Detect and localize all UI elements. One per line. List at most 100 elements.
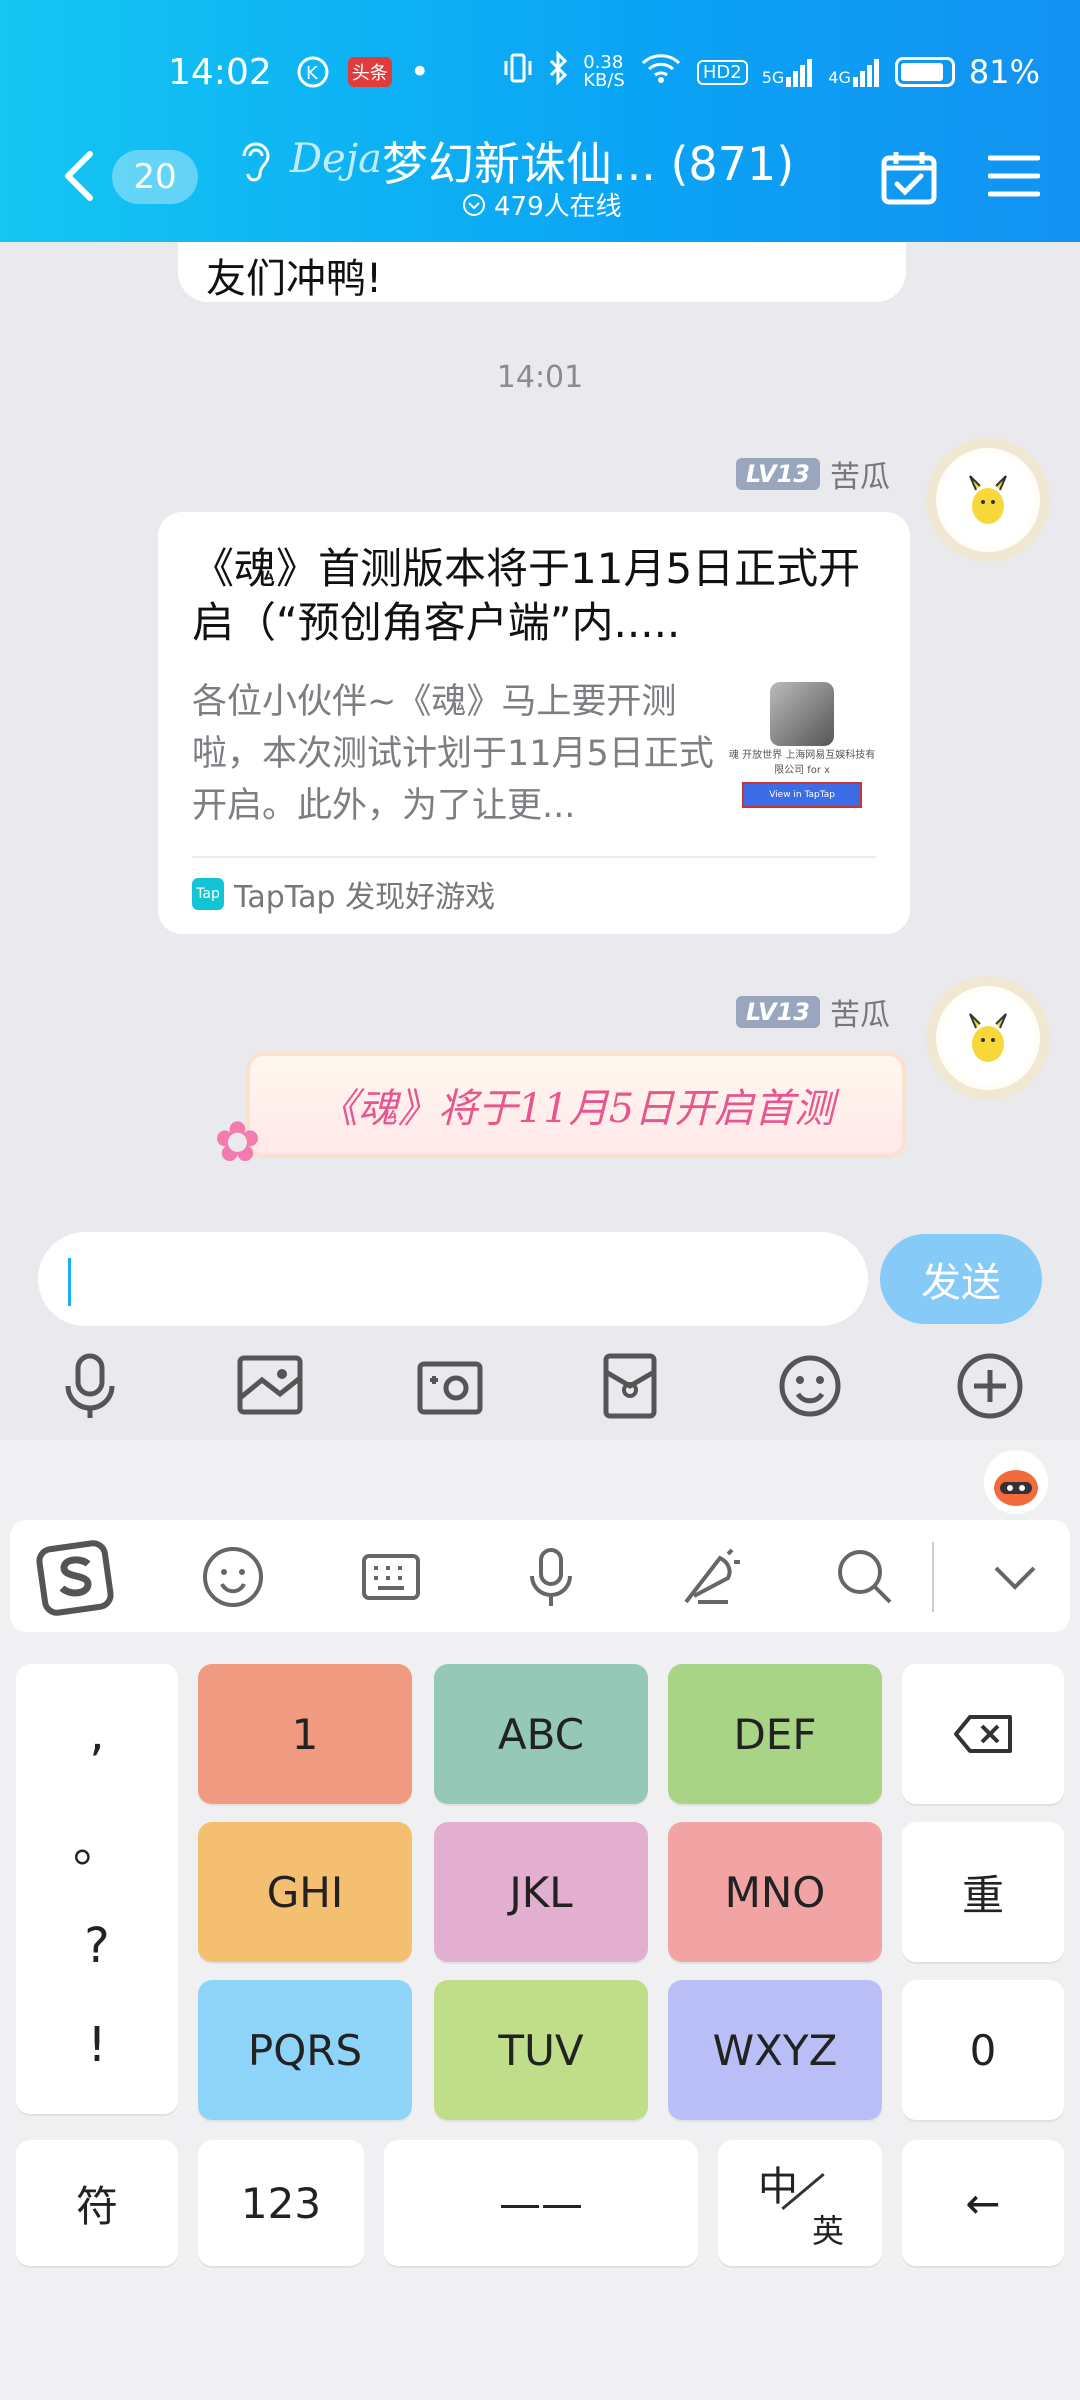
enter-key[interactable]: ← (902, 2140, 1064, 2266)
text-caret (68, 1258, 71, 1306)
avatar[interactable] (936, 986, 1040, 1090)
keyboard-mascot-icon[interactable] (984, 1450, 1048, 1514)
status-time: 14:02 (168, 51, 272, 93)
ear-icon[interactable] (236, 138, 272, 196)
deja-logo: Deja (290, 136, 382, 182)
key-pqrs[interactable]: PQRS (198, 1980, 412, 2120)
wifi-icon (639, 51, 683, 93)
key-1[interactable]: 1 (198, 1664, 412, 1804)
emoji-button[interactable] (770, 1346, 850, 1426)
input-tools (0, 1346, 1080, 1436)
microphone-icon (530, 1548, 572, 1606)
vibrate-icon (503, 51, 533, 93)
picture-icon (237, 1355, 303, 1415)
battery-icon (894, 57, 955, 87)
group-title[interactable]: 梦幻新诛仙... (871) (382, 128, 794, 194)
punct-comma-key[interactable]: , (89, 1706, 104, 1762)
voice-button[interactable] (50, 1346, 130, 1426)
game-icon (770, 682, 835, 746)
signal-4g: 4G (828, 57, 881, 87)
space-key[interactable]: —— (384, 2140, 698, 2266)
more-button[interactable] (950, 1346, 1030, 1426)
key-tuv[interactable]: TUV (434, 1980, 648, 2120)
language-switch-key[interactable]: 中 英 (718, 2140, 882, 2266)
battery-level: 81% (968, 53, 1040, 91)
lang-zh-label: 中 (758, 2164, 798, 2210)
avatar[interactable] (936, 448, 1040, 552)
smiley-icon (203, 1547, 263, 1607)
chat-area[interactable]: 友们冲鸭! 14:01 LV13 苦瓜 《魂》首测版本将于11月5日正式开启（“… (0, 242, 1080, 1222)
sender-name[interactable]: 苦瓜 (830, 452, 890, 496)
key-wxyz[interactable]: WXYZ (668, 1980, 882, 2120)
hd-icon: HD2 (696, 59, 748, 85)
red-packet-button[interactable] (590, 1346, 670, 1426)
camera-button[interactable] (410, 1346, 490, 1426)
microphone-icon (65, 1353, 115, 1418)
card-body: 各位小伙伴~《魂》马上要开测啦，本次测试计划于11月5日正式开启。此外，为了让更… (192, 676, 876, 832)
backspace-icon (954, 1715, 1012, 1753)
message-input[interactable] (38, 1232, 868, 1326)
sender-name[interactable]: 苦瓜 (830, 990, 890, 1034)
keyboard-layout-button[interactable] (358, 1544, 424, 1610)
chevron-down-circle-icon (463, 193, 485, 216)
symbol-key[interactable]: 符 (16, 2140, 178, 2266)
thumbnail-caption: 魂 开放世界 上海网易互娱科技有限公司 for x (728, 750, 876, 776)
zero-key[interactable]: 0 (902, 1980, 1064, 2120)
handwriting-button[interactable] (676, 1544, 742, 1610)
previous-message[interactable]: 友们冲鸭! (178, 242, 906, 302)
banner-text: 《魂》将于11月5日开启首测 (317, 1086, 835, 1132)
thumbnail-button-label: View in TapTap (769, 790, 835, 800)
card-source: Tap TapTap 发现好游戏 (192, 856, 876, 916)
keyboard-emoji-button[interactable] (200, 1544, 266, 1610)
collapse-keyboard-button[interactable] (982, 1544, 1048, 1610)
bluetooth-icon (547, 50, 569, 93)
lang-en-label: 英 (812, 2212, 845, 2250)
punct-exclaim-key[interactable]: ! (87, 2017, 106, 2073)
net-speed: 0.38 KB/S (583, 54, 625, 90)
search-icon (838, 1550, 892, 1604)
keyboard: , 。 ? ! 1 ABC DEF GHI JKL MNO PQRS TUV W… (0, 1440, 1080, 2400)
keyboard-search-button[interactable] (832, 1544, 898, 1610)
key-ghi[interactable]: GHI (198, 1822, 412, 1962)
hamburger-icon (987, 155, 1041, 197)
back-button[interactable] (56, 148, 104, 204)
punct-period-key[interactable]: 。 (73, 1805, 121, 1875)
card-source-label: TapTap 发现好游戏 (234, 880, 496, 915)
card-thumbnail: 魂 开放世界 上海网易互娱科技有限公司 for x View in TapTap (728, 676, 876, 826)
message-bubble-banner[interactable]: 《魂》将于11月5日开启首测 (246, 1052, 906, 1158)
send-button[interactable]: 发送 (880, 1234, 1042, 1324)
backspace-key[interactable] (902, 1664, 1064, 1804)
key-jkl[interactable]: JKL (434, 1822, 648, 1962)
feather-pen-icon (684, 1548, 740, 1604)
level-badge: LV13 (736, 458, 820, 490)
link-card[interactable]: 《魂》首测版本将于11月5日正式开启（“预创角客户端”内..... 各位小伙伴~… (158, 512, 910, 934)
image-button[interactable] (230, 1346, 310, 1426)
sogou-logo-icon[interactable] (34, 1538, 116, 1618)
calendar-check-button[interactable] (880, 148, 938, 206)
punctuation-column[interactable]: , 。 ? ! (16, 1664, 178, 2114)
menu-button[interactable] (987, 152, 1041, 200)
repeat-key[interactable]: 重 (902, 1822, 1064, 1962)
online-count[interactable]: 479人在线 (462, 186, 622, 223)
signal-5g-label: 5G (761, 68, 785, 87)
keyboard-voice-button[interactable] (518, 1544, 584, 1610)
paw-flower-icon: ✿ (214, 1110, 261, 1175)
signal-5g: 5G (762, 57, 815, 87)
previous-message-text: 友们冲鸭! (206, 256, 383, 302)
red-packet-icon (603, 1353, 657, 1419)
punct-question-key[interactable]: ? (84, 1918, 109, 1974)
signal-4g-label: 4G (828, 68, 851, 87)
thumbnail-button: View in TapTap (742, 782, 863, 808)
number-key[interactable]: 123 (198, 2140, 364, 2266)
pikachu-avatar-icon (969, 1013, 1007, 1062)
key-abc[interactable]: ABC (434, 1664, 648, 1804)
card-title: 《魂》首测版本将于11月5日正式开启（“预创角客户端”内..... (192, 544, 861, 647)
key-def[interactable]: DEF (668, 1664, 882, 1804)
taptap-icon: Tap (192, 878, 224, 910)
input-bar: 发送 (0, 1222, 1080, 1440)
message-timestamp: 14:01 (496, 360, 584, 395)
unread-count-badge[interactable]: 20 (112, 150, 198, 204)
smiley-icon (779, 1355, 841, 1417)
key-mno[interactable]: MNO (668, 1822, 882, 1962)
plus-circle-icon (957, 1353, 1023, 1419)
